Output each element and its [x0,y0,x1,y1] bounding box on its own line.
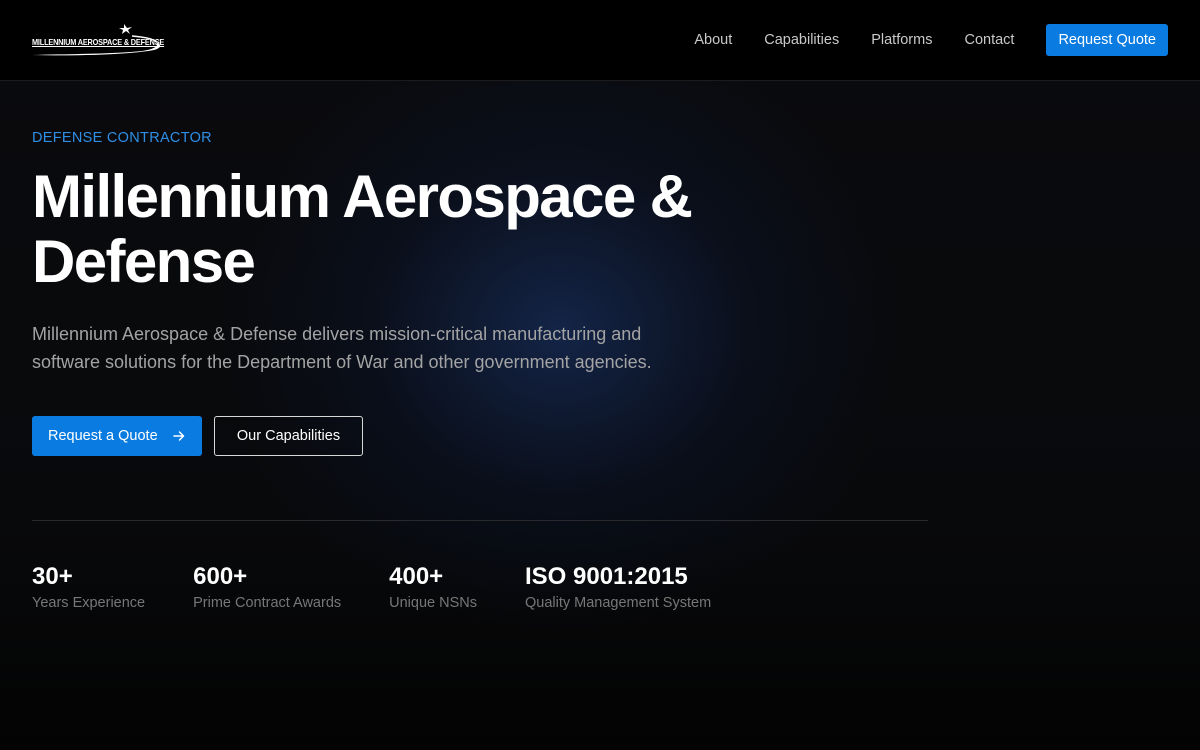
request-quote-button[interactable]: Request Quote [1046,24,1168,56]
nav-link-capabilities[interactable]: Capabilities [764,24,839,56]
nav-link-about[interactable]: About [694,24,732,56]
stat-label: Years Experience [32,595,146,611]
request-a-quote-label: Request a Quote [48,428,158,444]
nav-link-platforms[interactable]: Platforms [871,24,932,56]
stat-iso: ISO 9001:2015 Quality Management System [525,562,711,613]
page: MILLENNIUM AEROSPACE & DEFENSE About Cap… [0,0,1200,750]
hero-subtitle: Millennium Aerospace & Defense delivers … [32,324,652,372]
stat-value: 30+ [32,563,73,590]
stat-value: ISO 9001:2015 [524,563,688,590]
site-header: MILLENNIUM AEROSPACE & DEFENSE About Cap… [0,0,1200,81]
stat-contracts: 600+ Prime Contract Awards [193,562,341,613]
request-a-quote-button[interactable]: Request a Quote [32,416,202,456]
stat-value: 600+ [193,563,248,590]
brand-logo[interactable]: MILLENNIUM AEROSPACE & DEFENSE [32,22,165,58]
our-capabilities-button[interactable]: Our Capabilities [214,416,363,456]
stat-value: 400+ [389,563,444,590]
arrow-right-icon [173,431,185,441]
stat-label: Prime Contract Awards [193,595,342,611]
stat-nsns: 400+ Unique NSNs [389,562,477,613]
stat-years: 30+ Years Experience [32,562,145,613]
stat-label: Quality Management System [524,595,712,611]
stats-row: 30+ Years Experience 600+ Prime Contract… [32,562,711,613]
hero-actions: Request a Quote Our Capabilities [32,416,932,456]
main-nav: About Capabilities Platforms Contact Req… [694,24,1168,56]
logo-wordmark: MILLENNIUM AEROSPACE & DEFENSE [32,37,165,47]
nav-link-contact[interactable]: Contact [964,24,1014,56]
hero-eyebrow: DEFENSE CONTRACTOR [32,130,212,146]
stat-label: Unique NSNs [389,595,477,611]
hero-section: DEFENSE CONTRACTOR Millennium Aerospace … [32,128,932,456]
stats-divider [32,520,928,521]
hero-title: Millennium Aerospace & Defense [32,163,693,295]
